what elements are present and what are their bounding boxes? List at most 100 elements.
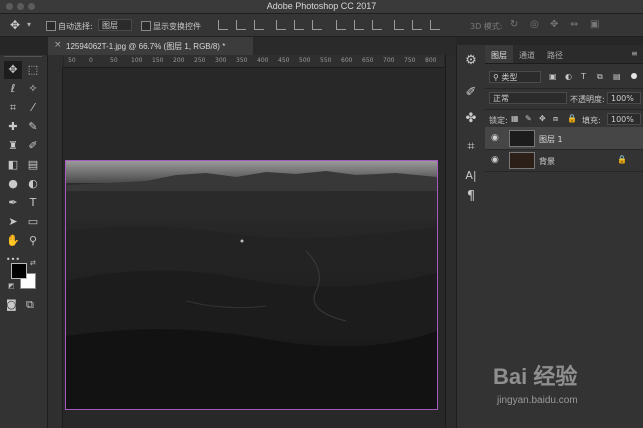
3d-roll-icon[interactable]: ◎ bbox=[530, 19, 539, 30]
path-select-tool[interactable]: ➤ bbox=[4, 213, 22, 231]
magic-wand-tool[interactable]: ✧ bbox=[24, 80, 42, 98]
lock-label: 锁定: bbox=[489, 116, 508, 125]
watermark-url: jingyan.baidu.com bbox=[497, 395, 578, 406]
lasso-tool[interactable]: ℓ bbox=[4, 80, 22, 98]
eye-icon[interactable]: ◉ bbox=[491, 155, 499, 165]
toolbar-grip[interactable] bbox=[4, 56, 42, 60]
ruler-tick-label: 50 bbox=[110, 57, 118, 64]
foreground-color-swatch[interactable] bbox=[11, 263, 27, 279]
align-hcenter-icon[interactable] bbox=[294, 20, 304, 30]
show-transform-checkbox[interactable] bbox=[141, 21, 151, 31]
filter-pixel-icon[interactable]: ▣ bbox=[549, 72, 557, 81]
3d-slide-icon[interactable]: ⇔ bbox=[570, 19, 578, 30]
distribute-top-icon[interactable] bbox=[336, 20, 346, 30]
panel-menu-icon[interactable]: ≡ bbox=[631, 49, 638, 58]
crop-tool[interactable]: ⌗ bbox=[4, 99, 22, 117]
swap-colors-icon[interactable]: ⇄ bbox=[30, 259, 36, 267]
document-canvas-image[interactable] bbox=[65, 160, 438, 410]
vertical-ruler[interactable] bbox=[48, 67, 63, 428]
3d-drag-icon[interactable]: ✥ bbox=[550, 19, 558, 30]
chevron-down-icon[interactable]: ▾ bbox=[27, 20, 31, 29]
paragraph-panel-icon[interactable]: ¶ bbox=[457, 189, 485, 204]
close-tab-icon[interactable]: × bbox=[54, 40, 62, 50]
ruler-tick-label: 400 bbox=[257, 57, 269, 64]
brush-settings-icon[interactable]: ✐ bbox=[457, 85, 485, 100]
blur-tool[interactable]: ● bbox=[4, 175, 22, 193]
dodge-tool[interactable]: ◐ bbox=[24, 175, 42, 193]
distribute-left-icon[interactable] bbox=[394, 20, 404, 30]
type-tool[interactable]: T bbox=[24, 194, 42, 212]
ruler-tick-label: 450 bbox=[278, 57, 290, 64]
vertical-scrollbar[interactable] bbox=[445, 55, 456, 428]
filter-toggle[interactable] bbox=[631, 73, 637, 79]
history-panel-icon[interactable]: ⚙ bbox=[457, 53, 485, 68]
document-tab[interactable]: × 12594062T-1.jpg @ 66.7% (图层 1, RGB/8) … bbox=[48, 37, 254, 55]
stamp-tool[interactable]: ♜ bbox=[4, 137, 22, 155]
distribute-hcenter-icon[interactable] bbox=[412, 20, 422, 30]
lock-artboard-icon[interactable]: ⧈ bbox=[553, 114, 558, 124]
blend-mode-dropdown[interactable]: 正常 bbox=[489, 92, 567, 104]
layer-row-1[interactable]: ◉ 图层 1 bbox=[485, 127, 643, 150]
tab-layers[interactable]: 图层 bbox=[491, 50, 507, 61]
horizontal-ruler[interactable]: 50 0 50 100 150 200 250 300 350 400 450 500 550 600 65… bbox=[64, 55, 444, 68]
tools-panel: ◩ ⇄ ◙ ⧉ ✥ ⬚ ℓ ✧ ⌗ ⁄ ✚ ✎ ♜ ✐ ◧ ▤ ● ◐ ✒ T ➤ ▭ ✋ ⚲ ••• bbox=[0, 55, 48, 428]
ruler-tick-label: 650 bbox=[362, 57, 374, 64]
eye-icon[interactable]: ◉ bbox=[491, 133, 499, 143]
move-tool[interactable]: ✥ bbox=[4, 61, 22, 79]
3d-scale-icon[interactable]: ▣ bbox=[590, 19, 599, 30]
auto-select-label: 自动选择: bbox=[58, 22, 93, 31]
distribute-right-icon[interactable] bbox=[430, 20, 440, 30]
align-vcenter-icon[interactable] bbox=[236, 20, 246, 30]
hand-tool[interactable]: ✋ bbox=[4, 232, 22, 250]
align-right-icon[interactable] bbox=[312, 20, 322, 30]
puzzle-icon[interactable]: ✤ bbox=[457, 111, 485, 126]
crop-panel-icon[interactable]: ⌗ bbox=[457, 139, 485, 154]
app-title: Adobe Photoshop CC 2017 bbox=[266, 1, 377, 11]
history-brush-tool[interactable]: ✐ bbox=[24, 137, 42, 155]
distribute-bottom-icon[interactable] bbox=[372, 20, 382, 30]
opacity-field[interactable]: 100% bbox=[607, 92, 641, 104]
tab-channels[interactable]: 通道 bbox=[519, 50, 535, 61]
lock-all-icon[interactable]: 🔒 bbox=[567, 114, 577, 123]
brush-tool[interactable]: ✎ bbox=[24, 118, 42, 136]
align-top-icon[interactable] bbox=[218, 20, 228, 30]
3d-rotate-icon[interactable]: ↻ bbox=[510, 19, 518, 30]
character-panel-icon[interactable]: A| bbox=[457, 169, 485, 182]
quick-mask-icon[interactable]: ◙ bbox=[6, 298, 17, 311]
zoom-tool[interactable]: ⚲ bbox=[24, 232, 42, 250]
healing-tool[interactable]: ✚ bbox=[4, 118, 22, 136]
filter-type-icon[interactable]: T bbox=[581, 72, 586, 81]
layer-row-background[interactable]: ◉ 背景 🔒 bbox=[485, 149, 643, 172]
filter-kind-dropdown[interactable]: ⚲ 类型 bbox=[489, 71, 541, 83]
panel-tabs: 图层 通道 路径 ≡ bbox=[485, 45, 643, 64]
marquee-tool[interactable]: ⬚ bbox=[24, 61, 42, 79]
lock-image-icon[interactable]: ✎ bbox=[525, 114, 532, 123]
gradient-tool[interactable]: ▤ bbox=[24, 156, 42, 174]
filter-shape-icon[interactable]: ⧉ bbox=[597, 72, 603, 82]
tab-paths[interactable]: 路径 bbox=[547, 50, 563, 61]
filter-adjustment-icon[interactable]: ◐ bbox=[565, 72, 572, 81]
screen-mode-icon[interactable]: ⧉ bbox=[26, 298, 34, 312]
default-colors-icon[interactable]: ◩ bbox=[8, 282, 15, 290]
auto-select-dropdown[interactable]: 图层 bbox=[98, 19, 132, 31]
eyedropper-tool[interactable]: ⁄ bbox=[24, 99, 42, 117]
fill-field[interactable]: 100% bbox=[607, 113, 641, 125]
lock-position-icon[interactable]: ✥ bbox=[539, 114, 546, 123]
distribute-vcenter-icon[interactable] bbox=[354, 20, 364, 30]
lock-transparent-icon[interactable]: ▦ bbox=[511, 114, 519, 123]
auto-select-checkbox[interactable] bbox=[46, 21, 56, 31]
landscape-photo bbox=[66, 161, 437, 409]
align-bottom-icon[interactable] bbox=[254, 20, 264, 30]
document-tab-title: 12594062T-1.jpg @ 66.7% (图层 1, RGB/8) * bbox=[66, 42, 226, 51]
options-bar: ✥ ▾ 自动选择: 图层 显示变换控件 3D 模式: ↻ ◎ ✥ ⇔ ▣ bbox=[0, 14, 643, 37]
align-left-icon[interactable] bbox=[276, 20, 286, 30]
filter-smart-object-icon[interactable]: ▤ bbox=[613, 72, 621, 81]
shape-tool[interactable]: ▭ bbox=[24, 213, 42, 231]
pen-tool[interactable]: ✒ bbox=[4, 194, 22, 212]
layer-thumbnail bbox=[509, 130, 535, 147]
eraser-tool[interactable]: ◧ bbox=[4, 156, 22, 174]
blend-mode-value: 正常 bbox=[493, 94, 509, 103]
layer-filter-row: ⚲ 类型 ▣ ◐ T ⧉ ▤ bbox=[485, 68, 643, 89]
move-tool-preset-icon[interactable]: ✥ bbox=[10, 18, 20, 32]
ruler-tick-label: 700 bbox=[383, 57, 395, 64]
